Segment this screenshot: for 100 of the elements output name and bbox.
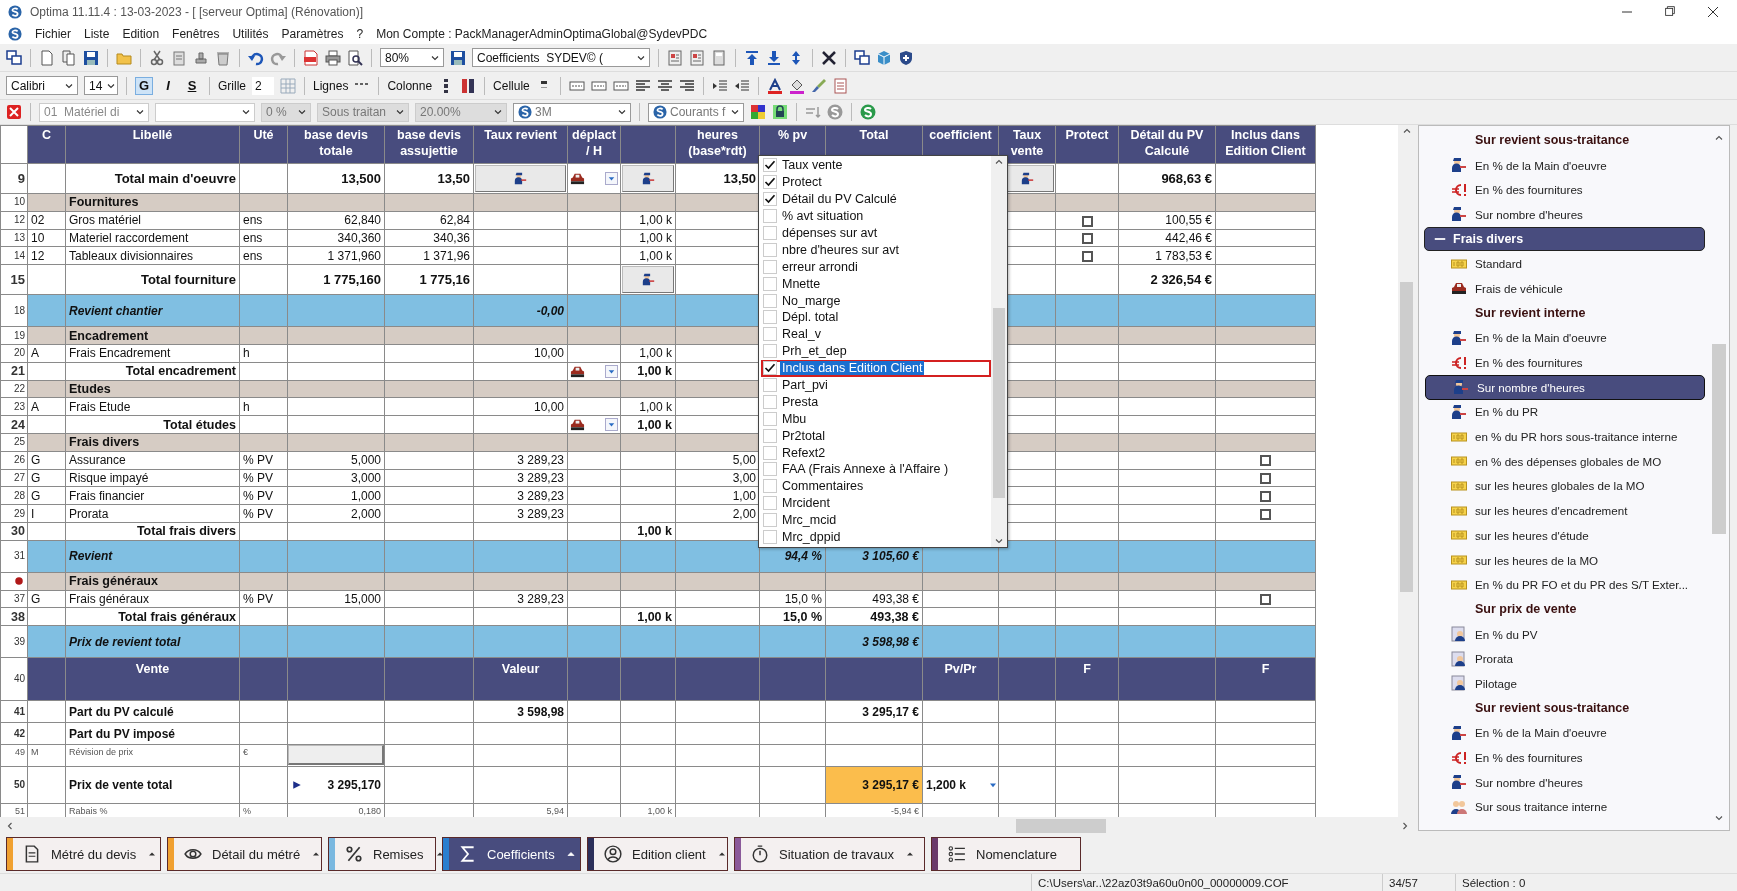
tree-item[interactable]: en % du PR hors sous-traitance interne [1424,424,1705,449]
tree-item[interactable]: Sur sous traitance interne [1424,794,1705,820]
outdent-icon[interactable] [733,77,750,94]
dropdown-button[interactable] [605,364,618,378]
filter-dropdown[interactable]: 01 Matériel di [39,102,149,122]
icon-button[interactable] [622,165,674,192]
bin-icon[interactable] [215,49,231,66]
checkbox[interactable] [1260,455,1271,467]
column-colors-icon[interactable] [460,77,477,94]
column-option[interactable]: Presta [761,393,991,411]
checkbox[interactable] [1260,594,1271,606]
row-number[interactable]: 39 [0,625,28,658]
cut-icon[interactable] [149,49,165,66]
row-number[interactable]: 9 [0,163,28,194]
align-right-icon[interactable] [678,77,695,94]
tree-item[interactable]: En % des fournitures [1424,745,1705,770]
tree-item[interactable]: En % des fournitures [1424,177,1705,203]
row-number[interactable]: 42 [0,722,28,745]
tree-item[interactable]: sur les heures globales de la MO [1424,473,1705,499]
tree-item[interactable]: en % des dépenses globales de MO [1424,448,1705,474]
tree-item[interactable]: En % des fournitures [1424,350,1705,375]
tab[interactable]: Coefficients [442,837,581,871]
tree-item[interactable]: sur les heures d'étude [1424,523,1705,548]
font-color-icon[interactable] [766,77,783,94]
scrollbar-thumb[interactable] [1712,344,1726,534]
column-option[interactable]: Prh_et_dep [761,342,991,360]
tree-item[interactable]: En % du PV [1424,621,1705,647]
tree-item[interactable]: En % du PR FO et du PR des S/T Exter... [1424,572,1705,598]
book-icon[interactable] [667,49,683,66]
shield-icon[interactable] [898,49,914,66]
text-style-button[interactable]: G [135,76,153,95]
indent-icon[interactable] [711,77,728,94]
column-header[interactable]: heures (base*rdt) [675,125,760,164]
new-document-icon[interactable] [39,49,55,66]
restore-icon[interactable] [1663,4,1677,18]
tree-item[interactable]: En % de la Main d'oeuvre [1424,720,1705,746]
row-number[interactable]: 31 [0,540,28,573]
column-option[interactable]: dépenses sur avt [761,224,991,242]
column-option[interactable]: No_marge [761,292,991,309]
tab[interactable]: Métré du devis [6,837,161,871]
scrollbar-thumb[interactable] [993,308,1005,498]
row-number[interactable]: 49 [0,744,28,767]
save-icon[interactable] [83,49,99,66]
book-icon[interactable] [689,49,705,66]
menu-item[interactable]: Liste [84,27,110,41]
align-left-icon[interactable] [634,77,651,94]
vertical-scrollbar[interactable] [1398,125,1415,817]
arrow-up-icon[interactable] [744,49,760,66]
dropdown-button[interactable] [605,172,618,185]
font-size-dropdown[interactable]: 14 [84,76,118,95]
stamp-icon[interactable] [193,49,209,66]
print-preview-icon[interactable] [347,49,363,66]
column-option[interactable]: Refext2 [761,444,991,462]
copy-document-icon[interactable] [61,49,77,66]
logo-icon[interactable] [860,104,876,120]
view-dropdown[interactable]: Coefficients SYDEV© ( [472,48,650,67]
print-icon[interactable] [325,49,341,66]
column-header[interactable]: Taux revient [473,125,568,164]
fill-color-icon[interactable] [788,77,805,94]
column-button[interactable]: Colonne [387,78,433,93]
settings-icon[interactable] [827,104,843,120]
lines-button[interactable]: Lignes [313,78,349,93]
checkbox[interactable] [1260,491,1271,503]
color-squares-icon[interactable] [750,104,766,120]
app-logo-icon[interactable] [8,27,22,41]
tab[interactable]: Détail du métré [167,837,322,871]
column-header[interactable]: Détail du PV Calculé [1118,125,1216,164]
filter-dropdown[interactable]: Courants f [648,102,744,122]
tree-item[interactable]: Sur nombre d'heures [1424,202,1705,227]
tree-item[interactable]: Prorata [1424,646,1705,672]
tree-item[interactable]: En % de la Main d'oeuvre [1424,152,1705,178]
dropdown-button[interactable] [605,418,618,432]
column-header[interactable]: Protect [1055,125,1119,164]
icon-button[interactable] [475,165,566,192]
pdf-icon[interactable] [303,49,319,66]
tree-item[interactable]: sur les heures d'encadrement [1424,498,1705,523]
input-field[interactable] [288,745,384,766]
column-option[interactable]: Dépl. total [761,309,991,326]
vertical-scrollbar[interactable] [991,156,1007,547]
checkbox[interactable] [1081,251,1093,263]
column-option[interactable]: nbre d'heures sur avt [761,241,991,259]
menu-item[interactable]: Utilités [232,27,269,41]
column-header[interactable]: déplact / H [567,125,621,164]
row-number[interactable]: 40 [0,657,28,701]
row-number[interactable]: 50 [0,766,28,804]
windows-icon[interactable] [6,49,22,66]
align-center-icon[interactable] [656,77,673,94]
column-option[interactable]: % avt situation [761,207,991,225]
horizontal-scrollbar[interactable] [0,817,1415,835]
row-number[interactable]: 15 [0,264,28,295]
text-style-button[interactable]: I [159,76,177,95]
checkbox[interactable] [1081,215,1093,227]
icon-button[interactable] [622,266,674,294]
arrow-down-icon[interactable] [766,49,782,66]
tree-group[interactable]: Frais divers [1424,226,1705,252]
column-option[interactable]: Part_pvi [761,376,991,394]
column-option[interactable]: Real_v [761,325,991,343]
tab[interactable]: Edition client [587,837,728,871]
tree-item[interactable]: Sur nombre d'heures [1424,769,1705,795]
menu-item[interactable]: Paramètres [281,27,344,41]
